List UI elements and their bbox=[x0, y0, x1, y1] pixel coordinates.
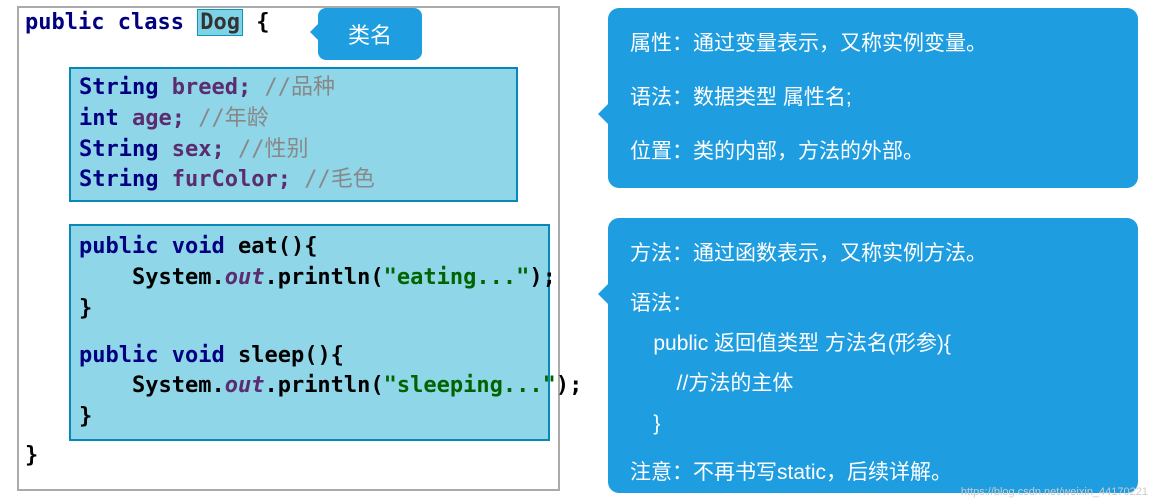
callout-line: 位置：类的内部，方法的外部。 bbox=[630, 132, 1116, 172]
spacer bbox=[630, 118, 1116, 132]
method-close: } bbox=[79, 402, 540, 433]
method-body: System.out.println("eating..."); bbox=[79, 263, 540, 294]
close-brace: } bbox=[19, 441, 558, 470]
callout-methods: 方法：通过函数表示，又称实例方法。 语法： public 返回值类型 方法名(形… bbox=[608, 218, 1138, 493]
attr-line: String sex; //性别 bbox=[79, 135, 508, 166]
callout-line: 方法：通过函数表示，又称实例方法。 bbox=[630, 234, 1116, 274]
watermark: https://blog.csdn.net/weixin_44170221 bbox=[961, 486, 1148, 498]
spacer bbox=[630, 64, 1116, 78]
callout-line: public 返回值类型 方法名(形参){ bbox=[630, 324, 1116, 364]
spacer bbox=[630, 443, 1116, 453]
attr-line: String breed; //品种 bbox=[79, 73, 508, 104]
code-panel: public class Dog { String breed; //品种 in… bbox=[17, 6, 560, 491]
method-close: } bbox=[79, 294, 540, 325]
keyword-public: public bbox=[25, 10, 104, 35]
keyword-class: class bbox=[118, 10, 184, 35]
callout-line: } bbox=[630, 404, 1116, 444]
callout-line: //方法的主体 bbox=[630, 364, 1116, 404]
class-declaration: public class Dog { bbox=[19, 8, 558, 37]
callout-line: 语法： bbox=[630, 284, 1116, 324]
methods-block: public void eat(){ System.out.println("e… bbox=[69, 224, 550, 441]
method-body: System.out.println("sleeping..."); bbox=[79, 371, 540, 402]
callout-line: 属性：通过变量表示，又称实例变量。 bbox=[630, 24, 1116, 64]
label-classname: 类名 bbox=[318, 8, 422, 60]
open-brace: { bbox=[256, 10, 269, 35]
callout-line: 语法：数据类型 属性名; bbox=[630, 78, 1116, 118]
spacer bbox=[630, 274, 1116, 284]
spacer bbox=[79, 325, 540, 341]
attributes-block: String breed; //品种 int age; //年龄 String … bbox=[69, 67, 518, 202]
class-name-highlight: Dog bbox=[197, 9, 243, 36]
method-sig: public void eat(){ bbox=[79, 232, 540, 263]
attr-line: String furColor; //毛色 bbox=[79, 165, 508, 196]
method-sig: public void sleep(){ bbox=[79, 341, 540, 372]
attr-line: int age; //年龄 bbox=[79, 104, 508, 135]
callout-attributes: 属性：通过变量表示，又称实例变量。 语法：数据类型 属性名; 位置：类的内部，方… bbox=[608, 8, 1138, 188]
